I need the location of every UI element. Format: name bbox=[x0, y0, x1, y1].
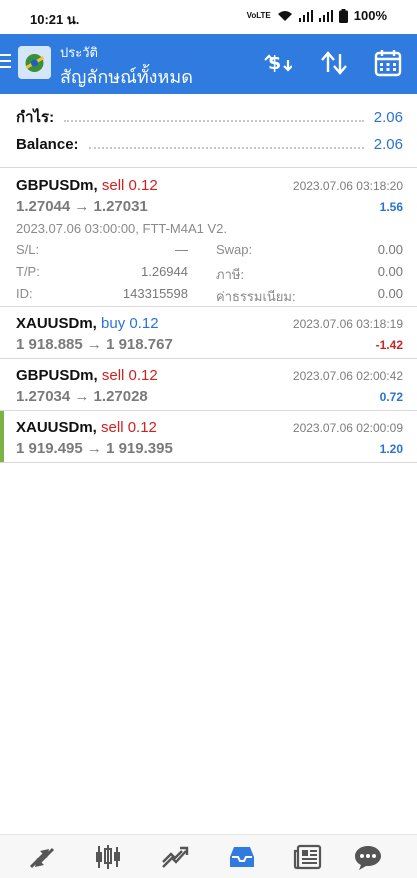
screen-title[interactable]: สัญลักษณ์ทั้งหมด bbox=[60, 62, 193, 91]
menu-icon[interactable] bbox=[0, 54, 12, 74]
deal-time: 2023.07.06 02:00:42 bbox=[292, 369, 403, 383]
detail-row: ID: 143315598 ค่าธรรมเนียม: 0.00 bbox=[16, 286, 403, 304]
detail-row: T/P: 1.26944 ภาษี: 0.00 bbox=[16, 264, 403, 282]
dotted-leader bbox=[88, 139, 364, 149]
metatrader-logo-icon bbox=[18, 46, 51, 79]
svg-text:$: $ bbox=[268, 52, 281, 74]
sl-label: S/L: bbox=[16, 242, 40, 257]
dollar-sort-icon[interactable]: $ bbox=[262, 48, 292, 78]
status-bar: 10:21 น. VoLTE 100% bbox=[0, 0, 417, 34]
news-icon[interactable] bbox=[293, 843, 323, 871]
swap-value: 0.00 bbox=[377, 242, 403, 257]
bottom-navigation bbox=[0, 834, 417, 878]
account-summary: กำไร: 2.06 Balance: 2.06 bbox=[0, 94, 417, 168]
detail-row: S/L: — Swap: 0.00 bbox=[16, 242, 403, 260]
id-label: ID: bbox=[16, 286, 33, 301]
deal-prices: 1.27044 → 1.27031 bbox=[16, 198, 148, 215]
screen-subtitle: ประวัติ bbox=[60, 45, 98, 60]
signal-icon-2 bbox=[318, 9, 333, 22]
deal-profit: 1.56 bbox=[379, 200, 403, 214]
sort-arrows-icon[interactable] bbox=[319, 48, 349, 78]
deal-symbol: GBPUSDm, sell 0.12 bbox=[16, 177, 158, 194]
sl-value: — bbox=[175, 242, 188, 257]
deal-time: 2023.07.06 03:18:19 bbox=[292, 317, 403, 331]
balance-value: 2.06 bbox=[373, 135, 403, 153]
chart-icon[interactable] bbox=[93, 843, 123, 871]
fee-label: ค่าธรรมเนียม: bbox=[216, 289, 296, 304]
deal-side: sell 0.12 bbox=[101, 367, 158, 384]
status-time: 10:21 น. bbox=[30, 12, 80, 27]
deal-row[interactable]: GBPUSDm, sell 0.12 2023.07.06 03:18:20 1… bbox=[0, 169, 417, 307]
chat-icon[interactable] bbox=[353, 843, 383, 871]
deal-profit: 1.20 bbox=[379, 442, 403, 456]
dotted-leader bbox=[64, 112, 364, 122]
deal-profit: -1.42 bbox=[375, 338, 403, 352]
deal-prices: 1 919.495 → 1 919.395 bbox=[16, 440, 173, 457]
calendar-icon[interactable] bbox=[373, 48, 403, 78]
tp-value: 1.26944 bbox=[141, 264, 188, 279]
balance-row: Balance: 2.06 bbox=[16, 133, 403, 155]
deal-row[interactable]: XAUUSDm, buy 0.12 2023.07.06 03:18:19 1 … bbox=[0, 307, 417, 359]
volte-indicator: VoLTE bbox=[246, 10, 271, 20]
deal-time: 2023.07.06 03:18:20 bbox=[292, 179, 403, 193]
id-value: 143315598 bbox=[122, 286, 188, 301]
deal-symbol: XAUUSDm, buy 0.12 bbox=[16, 315, 159, 332]
profit-label: กำไร: bbox=[16, 109, 55, 126]
deal-row[interactable]: GBPUSDm, sell 0.12 2023.07.06 02:00:42 1… bbox=[0, 359, 417, 411]
deal-side: sell 0.12 bbox=[101, 177, 158, 194]
tax-value: 0.00 bbox=[377, 264, 403, 279]
deal-side: buy 0.12 bbox=[101, 315, 159, 332]
signal-icon bbox=[298, 9, 313, 22]
balance-label: Balance: bbox=[16, 135, 79, 153]
quotes-icon[interactable] bbox=[27, 843, 57, 871]
wifi-icon bbox=[277, 10, 292, 21]
deal-prices: 1.27034 → 1.27028 bbox=[16, 388, 148, 405]
battery-icon bbox=[338, 8, 348, 23]
swap-label: Swap: bbox=[216, 242, 253, 257]
profit-value: 2.06 bbox=[373, 108, 403, 126]
deal-time: 2023.07.06 02:00:09 bbox=[292, 421, 403, 435]
tp-label: T/P: bbox=[16, 264, 40, 279]
deal-symbol: GBPUSDm, sell 0.12 bbox=[16, 367, 158, 384]
deal-profit: 0.72 bbox=[379, 390, 403, 404]
battery-level: 100% bbox=[353, 8, 387, 23]
deal-side: sell 0.12 bbox=[101, 419, 157, 436]
history-icon[interactable] bbox=[227, 843, 257, 871]
fee-value: 0.00 bbox=[377, 286, 403, 301]
profit-row: กำไร: 2.06 bbox=[16, 106, 403, 128]
deal-comment: 2023.07.06 03:00:00, FTT-M4A1 V2. bbox=[16, 221, 228, 236]
deal-prices: 1 918.885 → 1 918.767 bbox=[16, 336, 173, 353]
trade-icon[interactable] bbox=[160, 843, 190, 871]
deal-symbol: XAUUSDm, sell 0.12 bbox=[16, 419, 157, 436]
app-bar: ประวัติ สัญลักษณ์ทั้งหมด $ bbox=[0, 34, 417, 94]
tax-label: ภาษี: bbox=[216, 267, 245, 282]
deal-row-selected[interactable]: XAUUSDm, sell 0.12 2023.07.06 02:00:09 1… bbox=[0, 411, 417, 463]
selection-accent bbox=[0, 411, 4, 462]
status-icons: VoLTE 100% bbox=[247, 8, 387, 23]
